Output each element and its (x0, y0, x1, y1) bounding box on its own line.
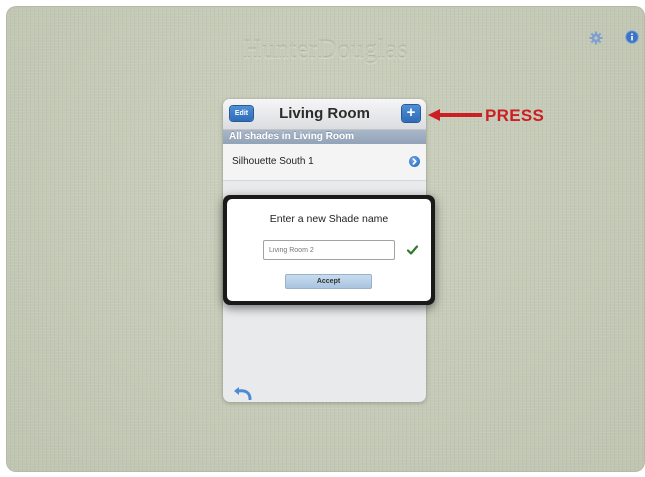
panel-header: Edit Living Room + (223, 99, 426, 130)
section-header: All shades in Living Room (223, 130, 426, 144)
list-item-label: Silhouette South 1 (232, 156, 314, 167)
accept-button[interactable]: Accept (285, 274, 372, 289)
disclosure-icon[interactable] (409, 156, 420, 167)
back-arrow-icon[interactable] (233, 386, 253, 400)
page-title: Living Room (279, 105, 370, 122)
dialog-title: Enter a new Shade name (269, 213, 389, 225)
list-item[interactable]: Silhouette South 1 (223, 144, 426, 181)
info-icon[interactable] (625, 30, 639, 44)
press-annotation: PRESS (485, 106, 545, 125)
gear-icon[interactable] (589, 31, 603, 45)
dialog-body: Enter a new Shade name Accept (227, 199, 431, 301)
edit-button[interactable]: Edit (230, 106, 253, 121)
annotation-arrow-icon (428, 109, 482, 121)
app-screen: HunterDouglas Edit Living Room + All sha… (6, 6, 645, 472)
new-shade-dialog: Enter a new Shade name Accept (223, 195, 435, 305)
brand-logo: HunterDouglas (242, 35, 409, 64)
checkmark-icon[interactable] (407, 245, 418, 255)
shade-name-input[interactable] (263, 240, 395, 260)
add-shade-button[interactable]: + (402, 105, 420, 122)
